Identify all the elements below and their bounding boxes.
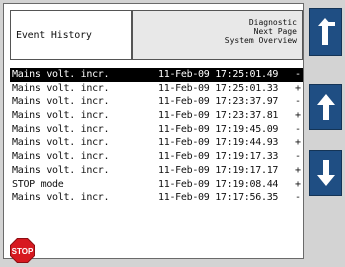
- event-timestamp: 11-Feb-09 17:17:56.35: [158, 192, 279, 204]
- event-timestamp: 11-Feb-09 17:19:44.93: [158, 137, 279, 149]
- event-row[interactable]: Mains volt. incr. 11-Feb-09 17:19:45.09 …: [10, 123, 303, 137]
- event-name: Mains volt. incr.: [12, 96, 110, 108]
- event-row[interactable]: Mains volt. incr. 11-Feb-09 17:23:37.97 …: [10, 95, 303, 109]
- event-row[interactable]: STOP mode 11-Feb-09 17:19:08.44 +: [10, 178, 303, 192]
- arrow-down-icon: [316, 160, 335, 186]
- event-row[interactable]: Mains volt. incr. 11-Feb-09 17:19:44.93 …: [10, 136, 303, 150]
- event-flag: +: [294, 137, 301, 149]
- menu-corner-button[interactable]: [309, 8, 342, 56]
- event-flag: +: [294, 178, 301, 190]
- event-row[interactable]: Mains volt. incr. 11-Feb-09 17:19:17.33 …: [10, 150, 303, 164]
- event-name: Mains volt. incr.: [12, 151, 110, 163]
- event-timestamp: 11-Feb-09 17:25:01.33: [158, 82, 279, 94]
- event-timestamp: 11-Feb-09 17:25:01.49: [158, 69, 279, 80]
- menu-item-next-page[interactable]: Next Page: [133, 27, 297, 36]
- event-flag: -: [294, 69, 301, 80]
- header-menu[interactable]: Diagnostic Next Page System Overview: [132, 10, 303, 60]
- event-timestamp: 11-Feb-09 17:19:08.44: [158, 178, 279, 190]
- event-flag: +: [294, 82, 301, 94]
- event-timestamp: 11-Feb-09 17:19:17.17: [158, 164, 279, 176]
- event-timestamp: 11-Feb-09 17:23:37.97: [158, 96, 279, 108]
- event-flag: +: [294, 110, 301, 122]
- menu-item-diagnostic[interactable]: Diagnostic: [133, 18, 297, 27]
- page-title: Event History: [10, 10, 132, 60]
- event-flag: -: [294, 123, 301, 135]
- event-timestamp: 11-Feb-09 17:23:37.81: [158, 110, 279, 122]
- corner-arrow-icon: [317, 18, 335, 45]
- event-name: Mains volt. incr.: [12, 192, 110, 204]
- event-history-screen: Event History Diagnostic Next Page Syste…: [3, 3, 304, 263]
- scroll-up-button[interactable]: [309, 84, 342, 130]
- event-list: Mains volt. incr. 11-Feb-09 17:25:01.49 …: [10, 68, 303, 230]
- event-name: Mains volt. incr.: [12, 137, 110, 149]
- event-name: Mains volt. incr.: [12, 123, 110, 135]
- event-timestamp: 11-Feb-09 17:19:45.09: [158, 123, 279, 135]
- event-row[interactable]: Mains volt. incr. 11-Feb-09 17:23:37.81 …: [10, 109, 303, 123]
- event-flag: +: [294, 164, 301, 176]
- menu-item-system-overview[interactable]: System Overview: [133, 36, 297, 45]
- scroll-down-button[interactable]: [309, 150, 342, 196]
- event-name: STOP mode: [12, 178, 64, 190]
- event-flag: -: [294, 96, 301, 108]
- event-row[interactable]: Mains volt. incr. 11-Feb-09 17:25:01.33 …: [10, 82, 303, 96]
- event-row-selected[interactable]: Mains volt. incr. 11-Feb-09 17:25:01.49 …: [10, 68, 303, 82]
- event-row[interactable]: Mains volt. incr. 11-Feb-09 17:19:17.17 …: [10, 164, 303, 178]
- stop-button[interactable]: STOP: [10, 238, 35, 263]
- event-name: Mains volt. incr.: [12, 164, 110, 176]
- event-name: Mains volt. incr.: [12, 69, 110, 80]
- stop-label: STOP: [12, 247, 34, 256]
- event-row[interactable]: Mains volt. incr. 11-Feb-09 17:17:56.35 …: [10, 191, 303, 205]
- event-flag: -: [294, 151, 301, 163]
- event-flag: -: [294, 192, 301, 204]
- event-timestamp: 11-Feb-09 17:19:17.33: [158, 151, 279, 163]
- stop-sign-icon: STOP: [10, 238, 35, 263]
- arrow-up-icon: [316, 94, 335, 120]
- event-name: Mains volt. incr.: [12, 82, 110, 94]
- event-name: Mains volt. incr.: [12, 110, 110, 122]
